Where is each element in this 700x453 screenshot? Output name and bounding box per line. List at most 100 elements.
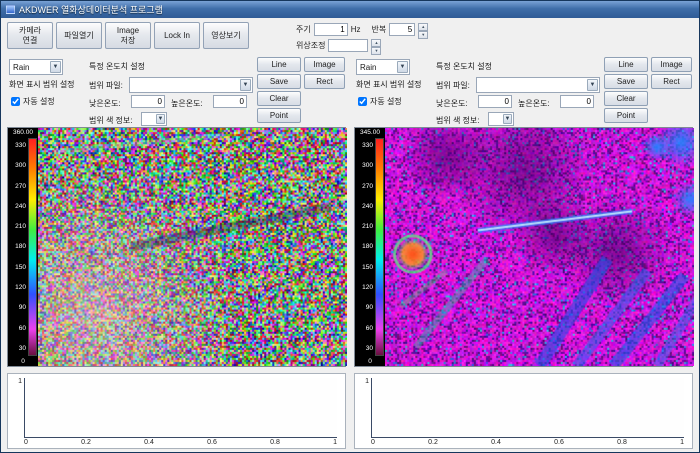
- colorbar-min-label: 0: [355, 357, 385, 366]
- save-button[interactable]: Save: [604, 74, 648, 89]
- colorbar-ticks: 330300270240210180150120906030: [8, 137, 27, 357]
- colorbar-tick: 330: [362, 142, 373, 149]
- display-range-label: 화면 표시 범위 설정: [9, 79, 75, 90]
- range-color-spinner[interactable]: ▼: [488, 112, 514, 126]
- spin-up-button[interactable]: ▲: [371, 39, 381, 47]
- right-profile-chart: 1 00.20.40.60.81: [354, 373, 693, 449]
- colorbar-tick: 210: [15, 223, 26, 230]
- period-input[interactable]: [314, 23, 348, 36]
- colorbar-min-label: 0: [8, 357, 38, 366]
- high-temp-input[interactable]: [213, 95, 247, 108]
- line-button[interactable]: Line: [604, 57, 648, 72]
- chevron-down-icon: ▼: [503, 114, 512, 124]
- right-settings: Rain ▼ 특정 온도치 설정 Line Image 화면 표시 범위 설정 …: [354, 57, 693, 127]
- point-button[interactable]: Point: [257, 108, 301, 123]
- rect-button[interactable]: Rect: [304, 74, 345, 89]
- clear-button[interactable]: Clear: [257, 91, 301, 106]
- range-color-info-label: 범위 색 정보:: [89, 115, 132, 126]
- left-thermal-view: 360.00 330300270240210180150120906030 0: [7, 127, 346, 367]
- x-axis-tick: 0.8: [270, 439, 280, 446]
- low-temp-input[interactable]: [478, 95, 512, 108]
- title-bar[interactable]: AKDWER 열화상데이터분석 프로그램: [1, 1, 699, 18]
- range-color-spinner[interactable]: ▼: [141, 112, 167, 126]
- colorbar-tick: 180: [15, 243, 26, 250]
- image-save-button[interactable]: Image 저장: [105, 22, 151, 49]
- left-settings: Rain ▼ 특정 온도치 설정 Line Image 화면 표시 범위 설정 …: [7, 57, 346, 127]
- range-file-label: 범위 파일:: [436, 80, 470, 91]
- app-icon: [6, 5, 15, 14]
- auto-setting-checkbox-input[interactable]: [358, 97, 367, 106]
- colorbar-tick: 90: [366, 304, 373, 311]
- chevron-down-icon: ▼: [50, 61, 61, 73]
- range-file-label: 범위 파일:: [89, 80, 123, 91]
- colorbar-gradient: [28, 138, 37, 356]
- palette-select[interactable]: Rain ▼: [9, 59, 63, 75]
- colorbar-tick: 240: [15, 203, 26, 210]
- colorbar-tick: 30: [19, 345, 26, 352]
- y-axis-top-label: 1: [18, 378, 22, 385]
- right-thermal-view: 345.00 330300270240210180150120906030 0: [354, 127, 693, 367]
- thermal-image-left[interactable]: [38, 128, 347, 366]
- repeat-input[interactable]: [389, 23, 415, 36]
- chevron-down-icon: ▼: [587, 79, 598, 91]
- range-file-select[interactable]: ▼: [129, 77, 253, 93]
- app-window: AKDWER 열화상데이터분석 프로그램 카메라 연결 파일열기 Image 저…: [0, 0, 700, 453]
- y-axis-top-label: 1: [365, 378, 369, 385]
- rect-button[interactable]: Rect: [651, 74, 692, 89]
- high-temp-input[interactable]: [560, 95, 594, 108]
- range-color-info-label: 범위 색 정보:: [436, 115, 479, 126]
- auto-setting-checkbox[interactable]: 자동 설정: [358, 96, 402, 107]
- save-button[interactable]: Save: [257, 74, 301, 89]
- colorbar-tick: 30: [366, 345, 373, 352]
- palette-select[interactable]: Rain ▼: [356, 59, 410, 75]
- left-panel: Rain ▼ 특정 온도치 설정 Line Image 화면 표시 범위 설정 …: [7, 57, 346, 449]
- colorbar-tick: 60: [19, 325, 26, 332]
- x-axis-tick: 0.8: [617, 439, 627, 446]
- palette-value: Rain: [360, 63, 376, 72]
- colorbar-tick: 330: [15, 142, 26, 149]
- thermal-image-right[interactable]: [385, 128, 694, 366]
- line-button[interactable]: Line: [257, 57, 301, 72]
- clear-button[interactable]: Clear: [604, 91, 648, 106]
- auto-setting-label: 자동 설정: [23, 96, 55, 107]
- right-colorbar: 345.00 330300270240210180150120906030 0: [355, 128, 385, 366]
- x-axis-tick: 0: [371, 439, 375, 446]
- x-axis-tick: 0.2: [428, 439, 438, 446]
- colorbar-tick: 210: [362, 223, 373, 230]
- phase-input[interactable]: [328, 39, 368, 52]
- x-axis-tick: 0.6: [207, 439, 217, 446]
- colorbar-tick: 300: [362, 162, 373, 169]
- auto-setting-checkbox-input[interactable]: [11, 97, 20, 106]
- phase-spinner: ▲▼: [371, 39, 381, 52]
- colorbar-tick: 300: [15, 162, 26, 169]
- window-content: 카메라 연결 파일열기 Image 저장 Lock In 영상보기 주기 Hz …: [1, 18, 699, 453]
- colorbar-tick: 90: [19, 304, 26, 311]
- x-axis-ticks: 00.20.40.60.81: [24, 438, 337, 446]
- image-button[interactable]: Image: [304, 57, 345, 72]
- image-button[interactable]: Image: [651, 57, 692, 72]
- lock-in-button[interactable]: Lock In: [154, 22, 200, 49]
- panels-row: Rain ▼ 특정 온도치 설정 Line Image 화면 표시 범위 설정 …: [7, 57, 693, 449]
- colorbar-tick: 60: [366, 325, 373, 332]
- spin-down-button[interactable]: ▼: [418, 31, 428, 39]
- phase-label: 위상조정: [296, 40, 325, 51]
- colorbar-tick: 270: [362, 183, 373, 190]
- point-button[interactable]: Point: [604, 108, 648, 123]
- spin-up-button[interactable]: ▲: [418, 23, 428, 31]
- spin-down-button[interactable]: ▼: [371, 47, 381, 55]
- camera-connect-button[interactable]: 카메라 연결: [7, 22, 53, 49]
- period-label: 주기: [296, 24, 311, 35]
- right-panel: Rain ▼ 특정 온도치 설정 Line Image 화면 표시 범위 설정 …: [354, 57, 693, 449]
- view-video-button[interactable]: 영상보기: [203, 22, 249, 49]
- x-axis-tick: 0.6: [554, 439, 564, 446]
- plot-area: [371, 378, 684, 438]
- colorbar-tick: 120: [362, 284, 373, 291]
- x-axis-tick: 1: [680, 439, 684, 446]
- chevron-down-icon: ▼: [156, 114, 165, 124]
- toolbar: 카메라 연결 파일열기 Image 저장 Lock In 영상보기 주기 Hz …: [7, 22, 693, 52]
- low-temp-input[interactable]: [131, 95, 165, 108]
- range-file-select[interactable]: ▼: [476, 77, 600, 93]
- chevron-down-icon: ▼: [397, 61, 408, 73]
- open-file-button[interactable]: 파일열기: [56, 22, 102, 49]
- auto-setting-checkbox[interactable]: 자동 설정: [11, 96, 55, 107]
